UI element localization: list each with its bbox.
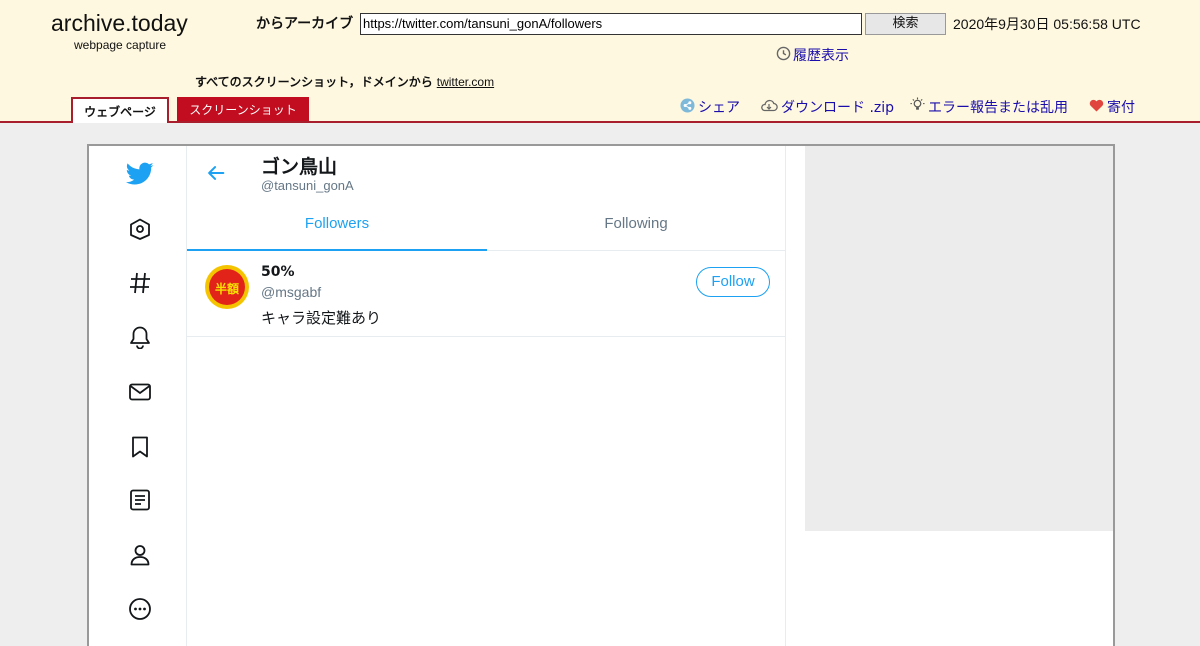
tab-following[interactable]: Following: [487, 198, 785, 251]
hashtag-icon[interactable]: [126, 269, 154, 297]
lightbulb-icon: [910, 97, 925, 117]
archive-logo-subtitle: webpage capture: [74, 38, 167, 52]
history-link[interactable]: 履歴表示: [776, 45, 849, 65]
donate-link[interactable]: 寄付: [1089, 97, 1135, 117]
heart-icon: [1089, 99, 1104, 116]
share-icon: [680, 97, 695, 117]
avatar-text: 半額: [215, 281, 239, 296]
download-link[interactable]: ダウンロード .zip: [760, 97, 894, 117]
share-link[interactable]: シェア: [680, 97, 740, 117]
profile-icon[interactable]: [126, 541, 154, 569]
list-icon[interactable]: [126, 486, 154, 514]
history-label: 履歴表示: [793, 48, 849, 64]
follower-bio: キャラ設定難あり: [261, 309, 382, 327]
report-link[interactable]: エラー報告または乱用: [910, 97, 1068, 117]
report-label: エラー報告または乱用: [928, 100, 1068, 116]
right-sidebar-placeholder: [805, 146, 1113, 531]
clock-icon: [776, 46, 791, 65]
share-label: シェア: [698, 100, 740, 116]
more-icon[interactable]: [126, 595, 154, 623]
archive-from-label: からアーカイブ: [256, 16, 354, 32]
tab-followers[interactable]: Followers: [187, 198, 487, 251]
envelope-icon[interactable]: [126, 378, 154, 406]
domain-link[interactable]: twitter.com: [437, 75, 494, 89]
all-screenshots-text: すべてのスクリーンショット，ドメインから twitter.com: [195, 73, 494, 90]
profile-name: ゴン鳥山: [261, 156, 338, 178]
tab-webpage[interactable]: ウェブページ: [71, 97, 169, 123]
follow-button[interactable]: Follow: [696, 267, 770, 297]
bookmark-icon[interactable]: [126, 433, 154, 461]
archive-header: archive.today webpage capture からアーカイブ ht…: [0, 0, 1200, 123]
list-item[interactable]: 半額 50% @msgabf キャラ設定難あり Follow: [187, 252, 785, 337]
follower-name[interactable]: 50%: [261, 264, 295, 280]
bell-icon[interactable]: [126, 323, 154, 351]
archive-logo-title[interactable]: archive.today: [51, 10, 188, 37]
profile-handle: @tansuni_gonA: [261, 178, 354, 193]
twitter-bird-icon[interactable]: [126, 160, 154, 188]
captured-page-frame: ゴン鳥山 @tansuni_gonA Followers Following 半…: [87, 144, 1115, 646]
cloud-download-icon: [760, 98, 778, 116]
home-icon[interactable]: [126, 215, 154, 243]
download-label: ダウンロード .zip: [781, 100, 895, 116]
capture-date: 2020年9月30日 05:56:58 UTC: [953, 16, 1141, 32]
twitter-main-column: ゴン鳥山 @tansuni_gonA Followers Following 半…: [187, 146, 786, 646]
url-input[interactable]: https://twitter.com/tansuni_gonA/followe…: [360, 13, 862, 35]
all-screenshots-label: すべてのスクリーンショット，ドメインから: [195, 75, 433, 89]
twitter-sidebar: [89, 146, 187, 646]
follower-handle[interactable]: @msgabf: [261, 284, 321, 300]
avatar[interactable]: 半額: [203, 263, 251, 311]
donate-label: 寄付: [1107, 100, 1135, 116]
back-arrow-icon[interactable]: [205, 162, 227, 188]
tab-screenshot[interactable]: スクリーンショット: [177, 97, 309, 121]
search-button[interactable]: 検索: [865, 13, 946, 35]
